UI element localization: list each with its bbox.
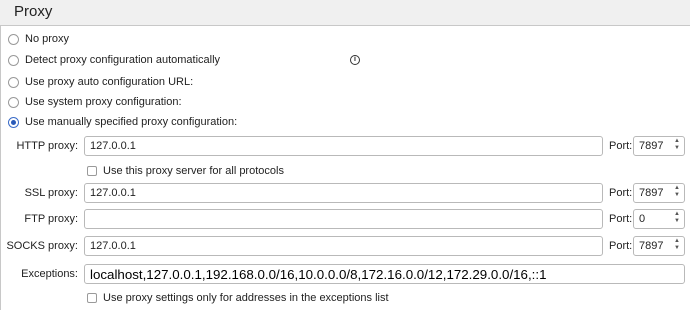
ftp-proxy-input[interactable] — [84, 209, 603, 229]
exceptions-label: Exceptions: — [21, 268, 78, 280]
use-for-all-option[interactable]: Use this proxy server for all protocols — [87, 163, 284, 179]
http-proxy-label: HTTP proxy: — [16, 140, 78, 152]
exceptions-input[interactable] — [84, 264, 685, 284]
pac-url-label: Use proxy auto configuration URL: — [25, 76, 194, 88]
pac-url-radio[interactable] — [8, 76, 19, 88]
auto-detect-label: Detect proxy configuration automatically — [25, 54, 221, 66]
spin-arrows-icon[interactable]: ▲ ▼ — [673, 185, 681, 201]
no-proxy-option[interactable]: No proxy — [8, 31, 69, 47]
exceptions-only-option[interactable]: Use proxy settings only for addresses in… — [87, 290, 389, 306]
http-port-value: 7897 — [639, 140, 664, 152]
socks-port-label: Port: — [609, 240, 633, 252]
use-for-all-checkbox[interactable] — [87, 166, 97, 176]
manual-proxy-radio[interactable] — [8, 116, 19, 128]
socks-port-spinbox[interactable]: 7897 ▲ ▼ — [633, 236, 685, 256]
auto-detect-option[interactable]: Detect proxy configuration automatically — [8, 52, 220, 68]
info-icon[interactable]: i — [350, 55, 360, 65]
socks-proxy-label: SOCKS proxy: — [6, 240, 78, 252]
no-proxy-radio[interactable] — [8, 33, 19, 45]
spin-arrows-icon[interactable]: ▲ ▼ — [673, 211, 681, 227]
system-proxy-radio[interactable] — [8, 96, 19, 108]
manual-proxy-option[interactable]: Use manually specified proxy configurati… — [8, 114, 237, 130]
ftp-port-label: Port: — [609, 213, 633, 225]
section-title: Proxy — [14, 3, 53, 20]
ftp-port-spinbox[interactable]: 0 ▲ ▼ — [633, 209, 685, 229]
exceptions-only-label: Use proxy settings only for addresses in… — [103, 292, 389, 304]
spin-arrows-icon[interactable]: ▲ ▼ — [673, 138, 681, 154]
system-proxy-label: Use system proxy configuration: — [25, 96, 182, 108]
http-proxy-input[interactable] — [84, 136, 603, 156]
http-port-label: Port: — [609, 140, 633, 152]
ssl-proxy-label: SSL proxy: — [24, 187, 78, 199]
ssl-port-value: 7897 — [639, 187, 664, 199]
socks-port-value: 7897 — [639, 240, 664, 252]
manual-proxy-label: Use manually specified proxy configurati… — [25, 116, 238, 128]
ftp-proxy-label: FTP proxy: — [24, 213, 78, 225]
ssl-proxy-input[interactable] — [84, 183, 603, 203]
system-proxy-option[interactable]: Use system proxy configuration: — [8, 94, 182, 110]
use-for-all-label: Use this proxy server for all protocols — [103, 165, 284, 177]
http-port-spinbox[interactable]: 7897 ▲ ▼ — [633, 136, 685, 156]
auto-detect-radio[interactable] — [8, 54, 19, 66]
exceptions-only-checkbox[interactable] — [87, 293, 97, 303]
ftp-port-value: 0 — [639, 213, 646, 225]
section-header: Proxy — [0, 0, 690, 26]
ssl-port-label: Port: — [609, 187, 633, 199]
spin-arrows-icon[interactable]: ▲ ▼ — [673, 238, 681, 254]
socks-proxy-input[interactable] — [84, 236, 603, 256]
pac-url-option[interactable]: Use proxy auto configuration URL: — [8, 74, 193, 90]
ssl-port-spinbox[interactable]: 7897 ▲ ▼ — [633, 183, 685, 203]
no-proxy-label: No proxy — [25, 33, 70, 45]
